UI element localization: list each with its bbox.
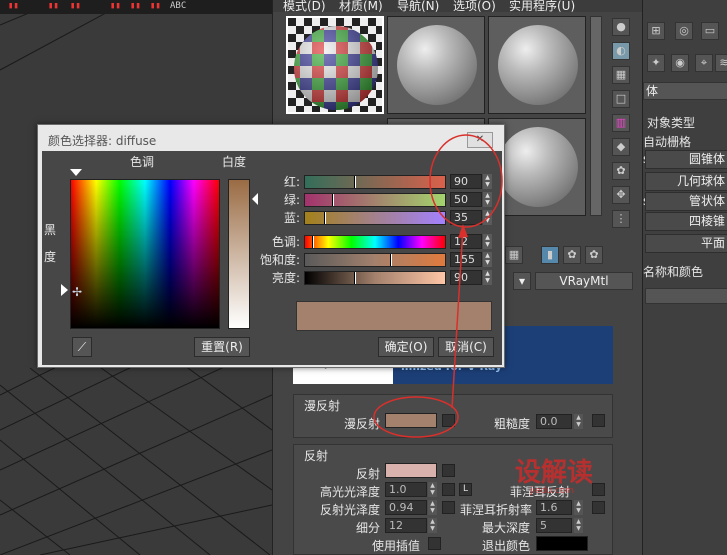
annotation-arrow-line (451, 227, 464, 409)
watermark-logo: 设解读 (515, 458, 594, 488)
annotation-ellipse-diffuse (373, 396, 459, 438)
annotation-layer (373, 134, 503, 438)
watermark-url: jiedu.com (530, 486, 575, 496)
annotation-ellipse-rgb (429, 134, 503, 228)
